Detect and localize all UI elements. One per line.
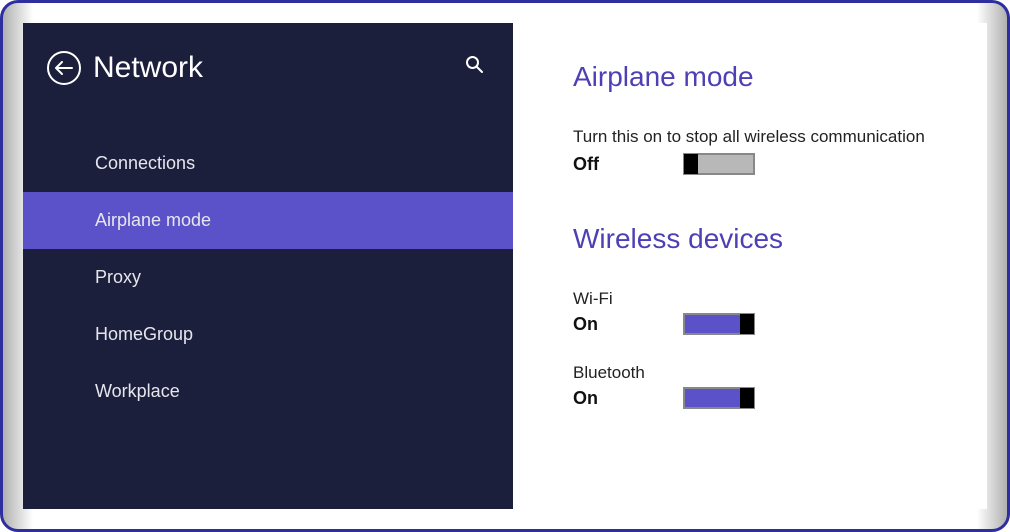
app-container: Network Connections Airplane mode Proxy … xyxy=(23,23,987,509)
back-button[interactable] xyxy=(47,51,81,85)
back-arrow-icon xyxy=(55,61,73,75)
sidebar-title: Network xyxy=(93,51,203,85)
sidebar: Network Connections Airplane mode Proxy … xyxy=(23,23,513,509)
wireless-devices-heading: Wireless devices xyxy=(573,223,987,255)
sidebar-item-homegroup[interactable]: HomeGroup xyxy=(23,306,513,363)
wifi-toggle-state: On xyxy=(573,314,683,335)
wifi-label: Wi-Fi xyxy=(573,289,987,309)
bluetooth-label: Bluetooth xyxy=(573,363,987,383)
content-panel: Airplane mode Turn this on to stop all w… xyxy=(513,23,987,509)
toggle-knob xyxy=(740,314,754,334)
bluetooth-row: On xyxy=(573,387,987,409)
wireless-section: Wireless devices Wi-Fi On Bluetooth On xyxy=(573,223,987,409)
search-icon[interactable] xyxy=(465,55,483,73)
sidebar-item-connections[interactable]: Connections xyxy=(23,135,513,192)
window-frame: Network Connections Airplane mode Proxy … xyxy=(0,0,1010,532)
bluetooth-toggle[interactable] xyxy=(683,387,755,409)
airplane-mode-description: Turn this on to stop all wireless commun… xyxy=(573,127,987,147)
toggle-knob xyxy=(684,154,698,174)
wifi-row: On xyxy=(573,313,987,335)
sidebar-header: Network xyxy=(23,51,513,109)
bluetooth-toggle-state: On xyxy=(573,388,683,409)
sidebar-item-workplace[interactable]: Workplace xyxy=(23,363,513,420)
sidebar-item-proxy[interactable]: Proxy xyxy=(23,249,513,306)
airplane-toggle-row: Off xyxy=(573,153,987,175)
airplane-toggle-state: Off xyxy=(573,154,683,175)
airplane-mode-toggle[interactable] xyxy=(683,153,755,175)
toggle-knob xyxy=(740,388,754,408)
nav-list: Connections Airplane mode Proxy HomeGrou… xyxy=(23,135,513,420)
wifi-toggle[interactable] xyxy=(683,313,755,335)
sidebar-item-airplane-mode[interactable]: Airplane mode xyxy=(23,192,513,249)
airplane-mode-heading: Airplane mode xyxy=(573,61,987,93)
